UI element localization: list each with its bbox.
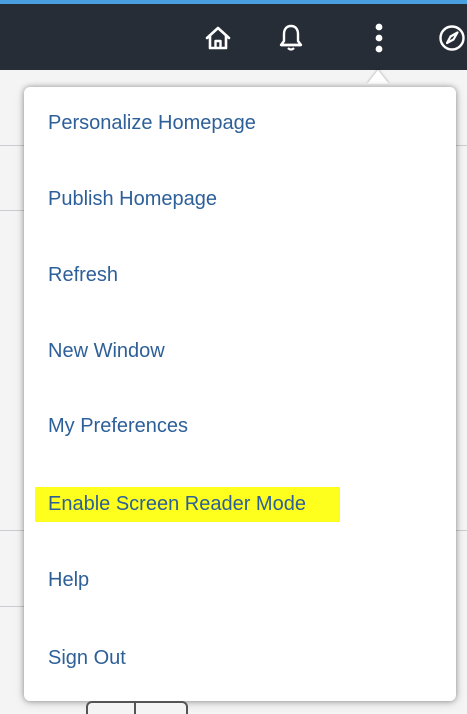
home-icon[interactable]	[200, 18, 236, 58]
menu-item-refresh[interactable]: Refresh	[48, 255, 118, 295]
menu-item-label: My Preferences	[48, 414, 189, 437]
menu-item-label: New Window	[48, 339, 165, 362]
background-divider	[0, 606, 24, 607]
background-divider	[0, 210, 24, 211]
background-tab-divider	[134, 701, 136, 714]
background-divider	[456, 530, 467, 531]
menu-item-personalize-homepage[interactable]: Personalize Homepage	[48, 103, 256, 143]
menu-item-sign-out[interactable]: Sign Out	[48, 638, 126, 678]
background-tab	[86, 701, 188, 714]
menu-item-label: Help	[48, 568, 90, 591]
menu-item-my-preferences[interactable]: My Preferences	[48, 406, 188, 446]
menu-item-label: Sign Out	[48, 646, 126, 669]
menu-item-label: Enable Screen Reader Mode	[35, 486, 340, 522]
more-vertical-icon[interactable]	[361, 18, 397, 58]
menu-item-help[interactable]: Help	[48, 560, 89, 600]
menu-item-publish-homepage[interactable]: Publish Homepage	[48, 179, 217, 219]
menu-item-label: Personalize Homepage	[48, 111, 256, 134]
menu-item-label: Publish Homepage	[48, 187, 217, 210]
menu-item-label: Refresh	[48, 263, 119, 286]
bell-icon[interactable]	[273, 18, 309, 58]
page: Personalize Homepage Publish Homepage Re…	[0, 0, 467, 714]
menu-item-enable-screen-reader-mode[interactable]: Enable Screen Reader Mode	[35, 484, 340, 524]
menu-item-new-window[interactable]: New Window	[48, 331, 165, 371]
background-divider	[0, 530, 24, 531]
background-divider	[0, 145, 24, 146]
background-divider	[456, 145, 467, 146]
actions-menu: Personalize Homepage Publish Homepage Re…	[24, 87, 456, 701]
menu-caret	[367, 70, 389, 84]
compass-icon[interactable]	[434, 18, 467, 58]
app-header	[0, 4, 467, 70]
